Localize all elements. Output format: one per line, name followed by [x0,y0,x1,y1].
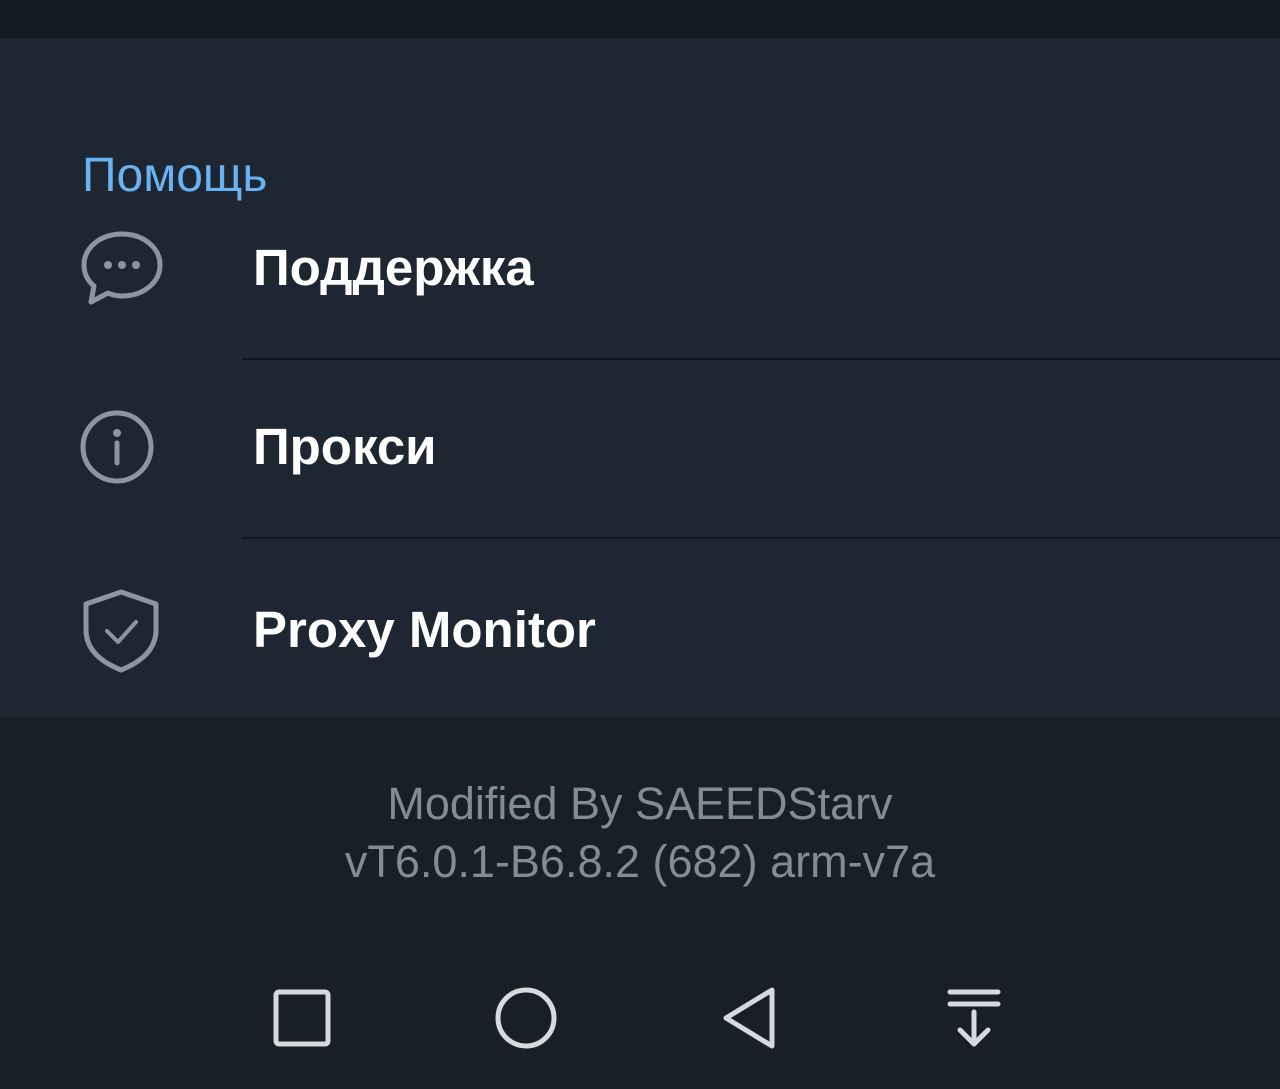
system-navigation-bar [0,950,1280,1089]
chat-bubble-icon [74,220,170,316]
notification-pulldown-icon[interactable] [934,978,1014,1058]
screen: Помощь Поддержка Прокси Proxy Monitor Mo… [0,0,1280,1089]
version-text: vT6.0.1-B6.8.2 (682) arm-v7a [344,836,936,887]
recent-apps-icon[interactable] [262,978,342,1058]
shield-check-icon [74,582,170,678]
home-icon[interactable] [486,978,566,1058]
help-section: Помощь Поддержка Прокси Proxy Monitor [0,38,1280,717]
back-icon[interactable] [710,978,790,1058]
settings-item-proxy-monitor[interactable]: Proxy Monitor [0,538,1280,716]
modified-by-text: Modified By SAEEDStarv [387,778,893,829]
settings-item-label: Прокси [253,418,437,475]
settings-item-proxy[interactable]: Прокси [0,359,1280,537]
info-icon [74,399,170,495]
top-strip [0,0,1280,38]
settings-item-label: Поддержка [253,239,534,296]
settings-item-support[interactable]: Поддержка [0,180,1280,358]
settings-item-label: Proxy Monitor [253,601,596,658]
